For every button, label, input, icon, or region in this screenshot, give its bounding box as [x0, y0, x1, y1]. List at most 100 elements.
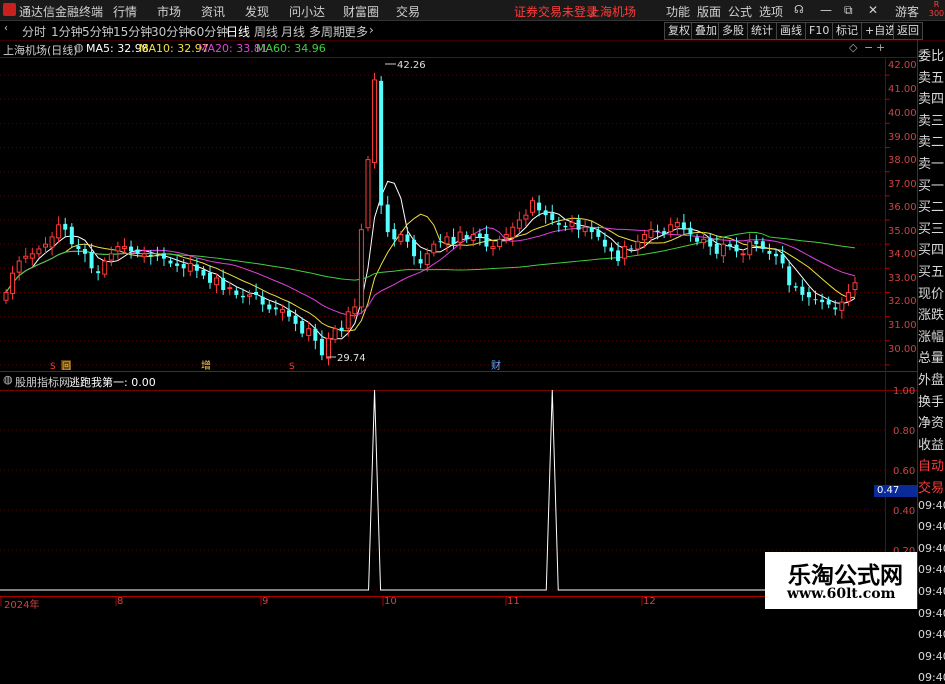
candle-body: [800, 286, 805, 295]
candle-body: [181, 263, 186, 269]
high-price-label: 42.26: [397, 60, 426, 71]
event-marker-hui[interactable]: 回: [62, 361, 71, 372]
candle-body: [767, 250, 772, 254]
sidebar-item[interactable]: 09:40: [918, 563, 945, 576]
watermark-title: 乐淘公式网: [788, 562, 903, 589]
candle-body: [852, 282, 858, 291]
sidebar-item[interactable]: 委比: [918, 45, 945, 64]
indicator-toggle-icon[interactable]: ◍: [3, 373, 13, 386]
candle-body: [23, 255, 29, 259]
candle-body: [780, 254, 785, 264]
candle-body: [319, 338, 324, 356]
ind-y-tick: 1.00: [893, 386, 916, 397]
sidebar-item[interactable]: 09:40: [918, 499, 945, 512]
candle-body: [313, 328, 318, 341]
candle-body: [398, 233, 404, 242]
candle-body: [563, 225, 568, 228]
candle-body: [300, 320, 305, 334]
candle-body: [227, 287, 233, 290]
event-marker-zeng[interactable]: 增: [201, 359, 211, 372]
candle-body: [273, 307, 278, 310]
sidebar-item[interactable]: 收益: [918, 434, 945, 453]
sidebar-item[interactable]: 涨跌: [918, 304, 945, 323]
candle-body: [431, 243, 437, 254]
sidebar-item[interactable]: 换手: [918, 391, 945, 410]
candle-body: [688, 227, 693, 235]
candle-body: [616, 250, 621, 262]
y-tick: 37.00: [888, 179, 917, 190]
candle-body: [833, 307, 838, 310]
candle-body: [477, 233, 482, 237]
sidebar-item[interactable]: 09:40: [918, 650, 945, 663]
candle-body: [543, 210, 548, 216]
y-tick: 42.00: [888, 60, 917, 71]
candle-body: [451, 236, 456, 245]
candle-body: [648, 229, 654, 238]
event-marker-s2[interactable]: S: [289, 362, 295, 372]
candle-body: [234, 290, 239, 295]
candle-body: [813, 299, 818, 301]
sidebar-item[interactable]: 交易: [918, 477, 945, 496]
sidebar-item[interactable]: 卖三: [918, 110, 945, 129]
sidebar-item[interactable]: 卖五: [918, 67, 945, 86]
indicator-title[interactable]: 股朋指标网: [15, 374, 70, 390]
sidebar-item[interactable]: 卖四: [918, 88, 945, 107]
candle-body: [464, 234, 469, 240]
sidebar-item[interactable]: 买三: [918, 218, 945, 237]
candle-body: [240, 295, 245, 298]
candle-body: [260, 296, 265, 305]
candle-body: [727, 244, 732, 247]
ma60-line: [5, 231, 856, 293]
sidebar-item[interactable]: 09:40: [918, 542, 945, 555]
kline-chart[interactable]: 42.26 29.74 S 回 增 S 财: [0, 0, 945, 609]
event-marker-s[interactable]: S: [50, 362, 56, 372]
candle-body: [806, 291, 811, 298]
candle-body: [457, 231, 463, 243]
sidebar-item[interactable]: 自动: [918, 455, 945, 474]
candle-body: [161, 253, 166, 259]
candle-body: [82, 248, 87, 254]
candle-body: [372, 79, 378, 164]
candle-body: [36, 248, 42, 255]
event-marker-cai[interactable]: 财: [491, 359, 501, 372]
candle-body: [187, 262, 193, 272]
sidebar-item[interactable]: 09:40: [918, 671, 945, 684]
candle-body: [674, 221, 680, 228]
candle-body: [102, 260, 108, 275]
sidebar-item[interactable]: 买二: [918, 196, 945, 215]
ma5-line: [5, 180, 856, 340]
sidebar-item[interactable]: 总量: [918, 347, 945, 366]
sidebar-item[interactable]: 09:40: [918, 520, 945, 533]
sidebar-item[interactable]: 买五: [918, 261, 945, 280]
sidebar-item[interactable]: 买四: [918, 239, 945, 258]
signal-line: [0, 389, 885, 591]
sidebar-item[interactable]: 卖二: [918, 131, 945, 150]
candle-body: [701, 238, 707, 244]
candle-body: [96, 271, 101, 274]
candle-body: [754, 240, 759, 245]
x-tick-label: 8: [117, 596, 124, 607]
candle-body: [747, 241, 753, 256]
candle-body: [293, 315, 298, 324]
candle-body: [325, 337, 331, 359]
ind-y-tick: 0.60: [893, 466, 916, 477]
candle-body: [194, 264, 199, 271]
sidebar-item[interactable]: 现价: [918, 283, 945, 302]
candle-body: [793, 286, 798, 288]
candle-body: [287, 310, 291, 317]
x-tick-label: 10: [384, 596, 397, 607]
y-tick: 30.00: [888, 344, 917, 355]
sidebar-item[interactable]: 09:40: [918, 585, 945, 598]
candle-body: [641, 233, 647, 241]
sidebar-item[interactable]: 外盘: [918, 369, 945, 388]
sidebar-item[interactable]: 净资: [918, 412, 945, 431]
candle-body: [42, 243, 48, 248]
ind-y-tick: 0.80: [893, 426, 916, 437]
sidebar-item[interactable]: 09:40: [918, 628, 945, 641]
sidebar-item[interactable]: 买一: [918, 175, 945, 194]
sidebar-item[interactable]: 卖一: [918, 153, 945, 172]
candle-body: [339, 327, 344, 332]
candle-body: [168, 260, 173, 264]
sidebar-item[interactable]: 涨幅: [918, 326, 945, 345]
candle-body: [214, 277, 220, 286]
